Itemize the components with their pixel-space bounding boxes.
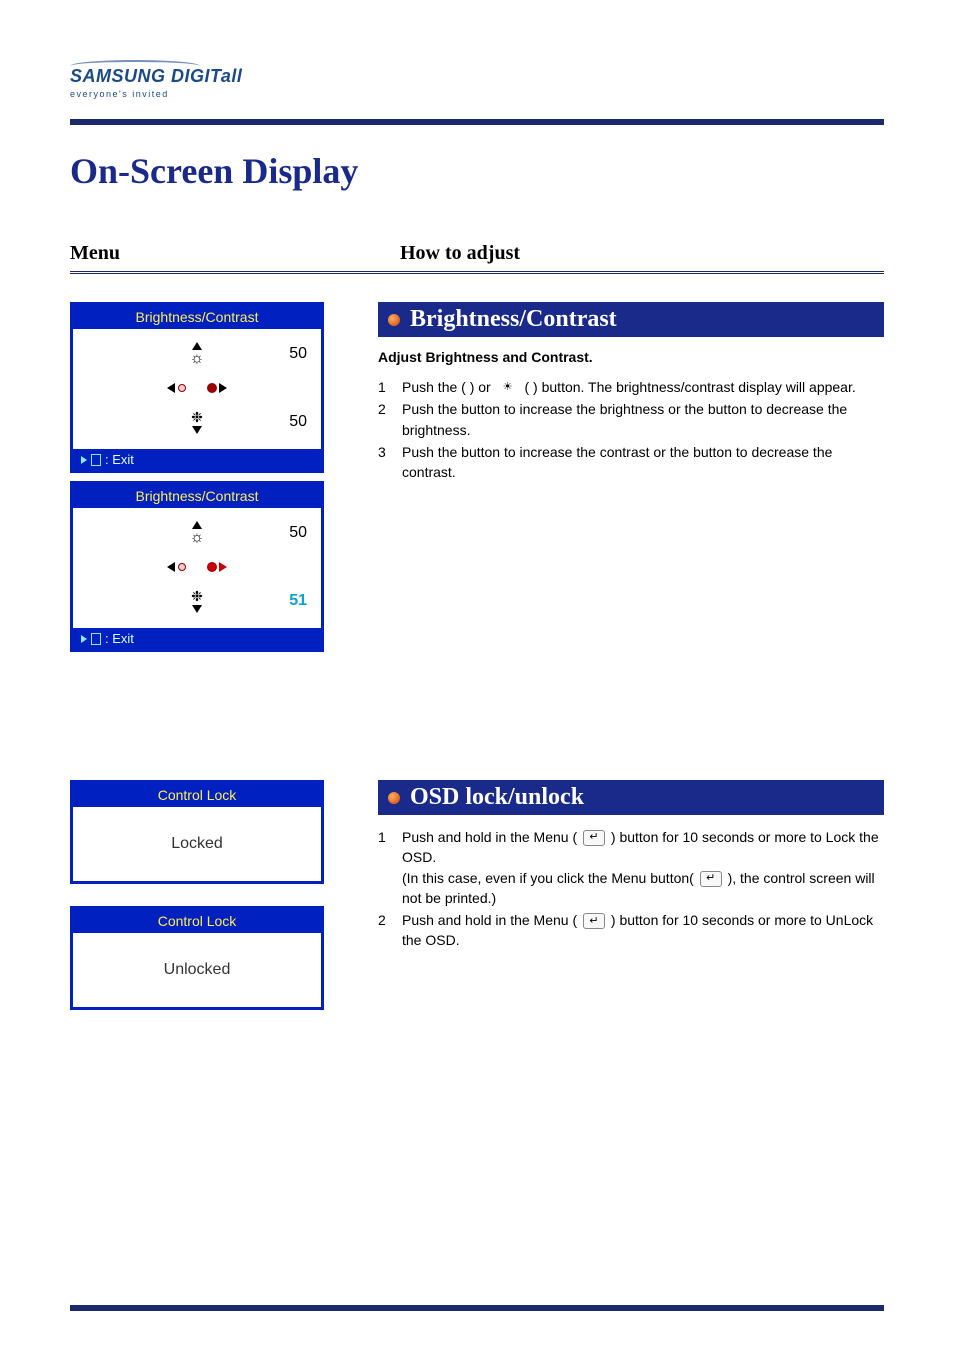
menu-column: Control Lock Locked Control Lock Unlocke… [70, 780, 370, 1018]
osd-contrast-value: 50 [289, 413, 307, 431]
footer-divider [70, 1305, 884, 1311]
osd-brightness-value: 50 [289, 345, 307, 363]
arrow-down-icon [192, 605, 202, 613]
exit-door-icon [91, 454, 101, 466]
brightness-icon: ☼ [190, 531, 205, 545]
row-brightness-contrast: Brightness/Contrast ☼ 50 [70, 302, 884, 660]
brightness-icon: ☼ [190, 352, 205, 366]
step-text: Push the ( ) or ☀ ( ) button. The bright… [402, 377, 884, 397]
logo-brand-suffix: all [221, 66, 243, 86]
osd-panel-lock-locked: Control Lock Locked [70, 780, 324, 884]
columns-header: Menu How to adjust [70, 242, 884, 274]
text-fragment: Push and hold in the Menu ( [402, 829, 581, 845]
menu-button-icon: ↵ [700, 871, 722, 887]
text-fragment: Push and hold in the Menu ( [402, 912, 581, 928]
moon-icon [178, 384, 186, 392]
exit-door-icon [91, 633, 101, 645]
arrow-left-icon [167, 383, 175, 393]
step-list: 1 Push the ( ) or ☀ ( ) button. The brig… [378, 377, 884, 482]
osd-brightness-value: 50 [289, 524, 307, 542]
bullet-icon [388, 792, 400, 804]
step-number: 2 [378, 399, 402, 440]
row-osd-lock: Control Lock Locked Control Lock Unlocke… [70, 780, 884, 1018]
contrast-icon: ❉ [191, 410, 203, 424]
step-text: Push and hold in the Menu ( ↵ ) button f… [402, 910, 884, 951]
section-title: OSD lock/unlock [410, 784, 584, 811]
osd-exit-label: : Exit [105, 631, 134, 646]
header-divider [70, 119, 884, 125]
osd-title: Control Lock [73, 783, 321, 807]
osd-panel-brightness-1: Brightness/Contrast ☼ 50 [70, 302, 324, 473]
arrow-right-icon [219, 562, 227, 572]
step-number: 1 [378, 377, 402, 397]
step-text: Push the button to increase the brightne… [402, 399, 884, 440]
text-fragment: ( ) button. The brightness/contrast disp… [525, 379, 856, 395]
text-fragment: (In this case, even if you click the Men… [402, 870, 698, 886]
osd-panel-brightness-2: Brightness/Contrast ☼ 50 [70, 481, 324, 652]
osd-lock-status: Unlocked [73, 933, 321, 1007]
section-title: Brightness/Contrast [410, 306, 617, 333]
sun-button-icon: ☀ [497, 380, 519, 396]
step-text: Push and hold in the Menu ( ↵ ) button f… [402, 827, 884, 908]
step-list: 1 Push and hold in the Menu ( ↵ ) button… [378, 827, 884, 951]
section-header-brightness: Brightness/Contrast [378, 302, 884, 337]
step-item: 2 Push and hold in the Menu ( ↵ ) button… [378, 910, 884, 951]
step-text: Push the button to increase the contrast… [402, 442, 884, 483]
brand-logo: SAMSUNG DIGITall everyone's invited [70, 60, 884, 99]
osd-title: Brightness/Contrast [73, 484, 321, 508]
step-item: 1 Push the ( ) or ☀ ( ) button. The brig… [378, 377, 884, 397]
howto-column: OSD lock/unlock 1 Push and hold in the M… [378, 780, 884, 953]
moon-icon [178, 563, 186, 571]
section-subhead: Adjust Brightness and Contrast. [378, 349, 884, 365]
bullet-icon [388, 314, 400, 326]
exit-arrow-icon [81, 635, 87, 643]
osd-lock-status: Locked [73, 807, 321, 881]
page-title: On-Screen Display [70, 150, 884, 192]
arrow-down-icon [192, 426, 202, 434]
menu-column: Brightness/Contrast ☼ 50 [70, 302, 370, 660]
section-header-osd-lock: OSD lock/unlock [378, 780, 884, 815]
logo-swoosh [70, 60, 200, 72]
osd-panel-lock-unlocked: Control Lock Unlocked [70, 906, 324, 1010]
osd-title: Brightness/Contrast [73, 305, 321, 329]
osd-contrast-value: 51 [289, 592, 307, 610]
osd-footer: : Exit [73, 449, 321, 470]
step-number: 3 [378, 442, 402, 483]
osd-exit-label: : Exit [105, 452, 134, 467]
step-number: 2 [378, 910, 402, 951]
step-number: 1 [378, 827, 402, 908]
arrow-right-icon [219, 383, 227, 393]
sun-icon [208, 384, 216, 392]
contrast-icon: ❉ [191, 589, 203, 603]
step-item: 2 Push the button to increase the bright… [378, 399, 884, 440]
howto-column: Brightness/Contrast Adjust Brightness an… [378, 302, 884, 484]
text-fragment: Push the [402, 379, 461, 395]
arrow-left-icon [167, 562, 175, 572]
logo-tagline: everyone's invited [70, 89, 884, 99]
osd-footer: : Exit [73, 628, 321, 649]
menu-button-icon: ↵ [583, 913, 605, 929]
step-item: 1 Push and hold in the Menu ( ↵ ) button… [378, 827, 884, 908]
sun-icon [208, 563, 216, 571]
osd-title: Control Lock [73, 909, 321, 933]
menu-button-icon: ↵ [583, 830, 605, 846]
step-item: 3 Push the button to increase the contra… [378, 442, 884, 483]
exit-arrow-icon [81, 456, 87, 464]
text-fragment: ( ) or [461, 379, 494, 395]
column-header-howto: How to adjust [400, 242, 520, 265]
column-header-menu: Menu [70, 242, 400, 265]
arrow-up-icon [192, 342, 202, 350]
arrow-up-icon [192, 521, 202, 529]
